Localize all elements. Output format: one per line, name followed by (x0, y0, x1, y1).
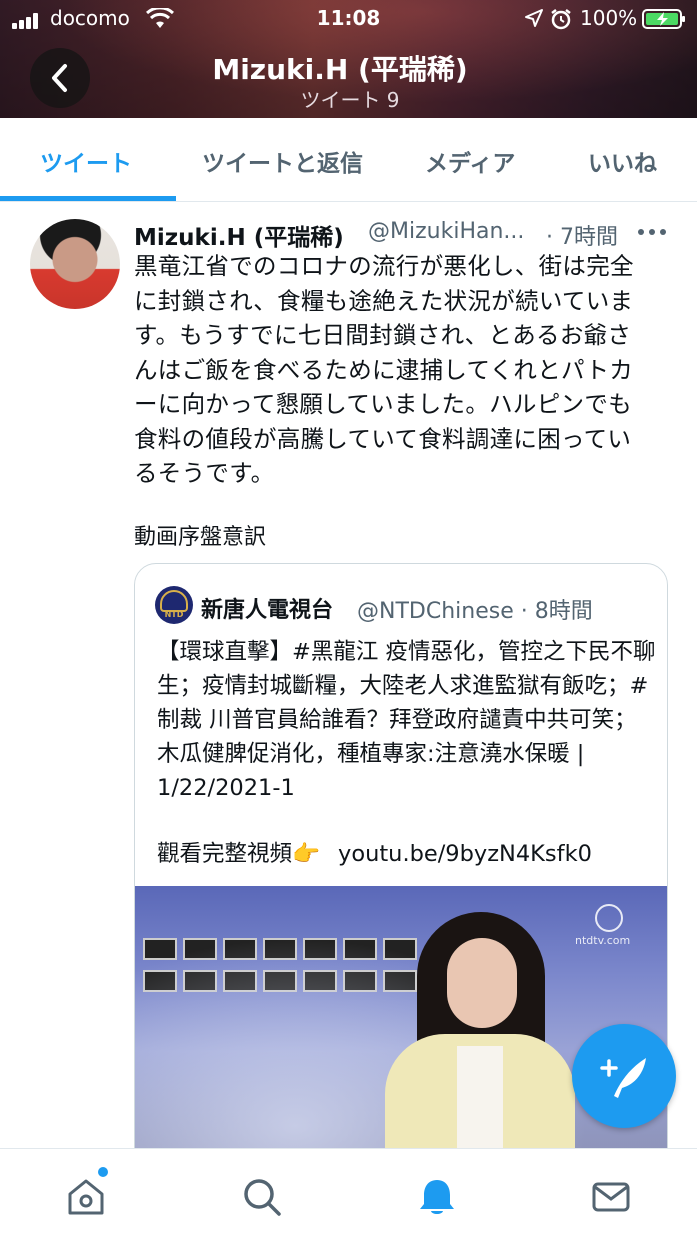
quoted-link[interactable]: youtu.be/9byzN4Ksfk0 (338, 841, 592, 867)
news-anchor-face (447, 938, 517, 1028)
active-tab-indicator (0, 196, 176, 201)
tweet-timestamp[interactable]: · 7時間 (546, 219, 618, 251)
tweet-author-handle[interactable]: @MizukiHan... (368, 219, 524, 244)
status-bar: docomo 11:08 100% (0, 0, 697, 40)
quoted-avatar: NTD (155, 586, 193, 624)
tweet-text: 黒竜江省でのコロナの流行が悪化し、街は完全に封鎖され、食糧も途絶えた状況が続いて… (134, 252, 634, 487)
battery-charging-icon (642, 9, 685, 29)
tab-tweets-and-replies[interactable]: ツイートと返信 (202, 144, 363, 178)
tab-tweets[interactable]: ツイート (40, 144, 132, 178)
home-notification-dot (98, 1167, 108, 1177)
profile-tabs: ツイート ツイートと返信 メディア いいね (0, 118, 697, 202)
tweet-author-name[interactable]: Mizuki.H (平瑞稀) (134, 218, 344, 252)
profile-header: docomo 11:08 100% Mizuki.H (平瑞稀) ツイート 9 (0, 0, 697, 118)
ntd-watermark-text: ntdtv.com (575, 934, 631, 947)
quoted-tweet-text: 【環球直擊】#黑龍江 疫情惡化，管控之下民不聊生；疫情封城斷糧，大陸老人求進監獄… (157, 639, 656, 801)
quoted-author-name: 新唐人電視台 (201, 598, 334, 623)
avatar[interactable] (30, 219, 120, 309)
more-horizontal-icon[interactable] (636, 222, 668, 242)
messages-envelope-icon[interactable] (591, 1177, 631, 1217)
tweet-count: ツイート 9 (300, 88, 400, 112)
quoted-link-prefix: 觀看完整視頻👉 (157, 841, 321, 867)
ntd-watermark-icon (595, 904, 623, 932)
quoted-author-handle: @NTDChinese · 8時間 (357, 599, 593, 624)
notifications-bell-icon[interactable] (417, 1177, 457, 1217)
tab-media[interactable]: メディア (425, 144, 515, 178)
compose-tweet-icon (600, 1058, 646, 1098)
profile-title: Mizuki.H (平瑞稀) (212, 53, 468, 86)
tab-likes[interactable]: いいね (588, 144, 657, 178)
location-arrow-icon (525, 9, 543, 27)
battery-percent: 100% (580, 6, 638, 30)
bottom-navigation (0, 1148, 697, 1240)
ntd-logo-icon (160, 590, 188, 612)
home-icon[interactable] (66, 1177, 106, 1217)
search-icon[interactable] (242, 1177, 282, 1217)
quoted-avatar-label: NTD (164, 610, 184, 619)
tweet-subtext: 動画序盤意訳 (134, 525, 267, 550)
compose-tweet-button[interactable] (572, 1024, 676, 1128)
quoted-link-line: 觀看完整視頻👉 youtu.be/9byzN4Ksfk0 (157, 836, 592, 868)
alarm-clock-icon (551, 9, 571, 30)
